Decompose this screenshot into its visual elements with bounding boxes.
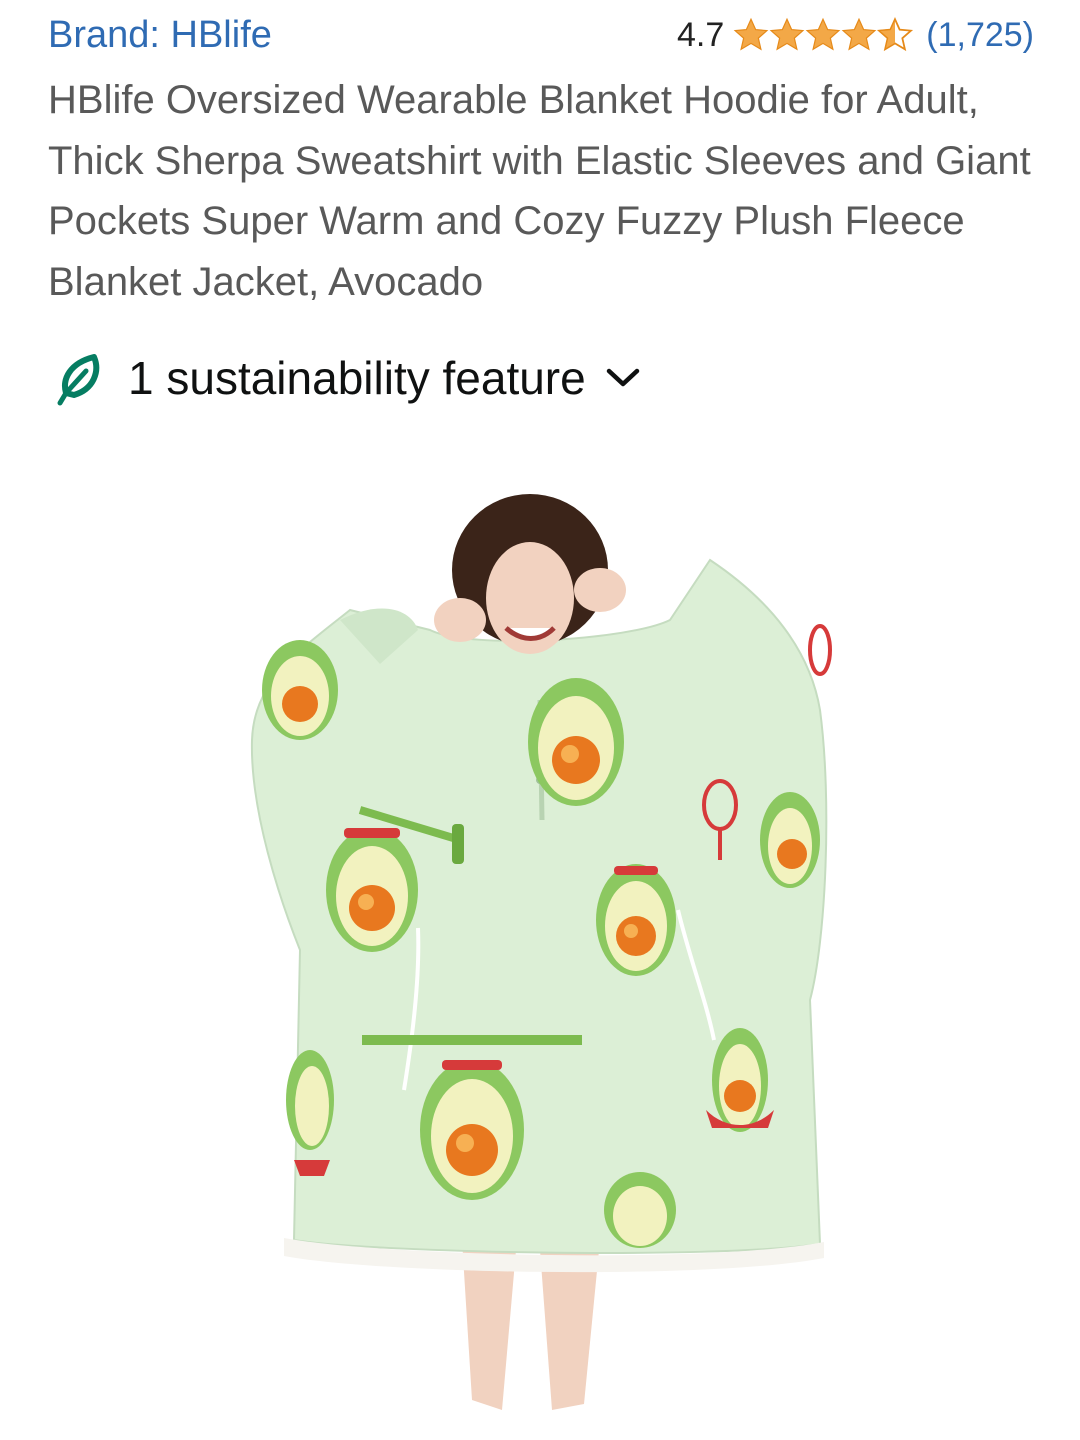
model-head xyxy=(434,494,626,654)
product-image[interactable] xyxy=(240,480,840,1420)
review-count-link[interactable]: (1,725) xyxy=(926,16,1034,55)
sustainability-label: 1 sustainability feature xyxy=(128,352,586,404)
chevron-down-icon xyxy=(606,368,639,387)
rating-summary[interactable]: 4.7 (1,725) xyxy=(677,16,1034,55)
star-half-icon xyxy=(877,17,914,52)
star-full-icon xyxy=(733,17,769,51)
brand-link[interactable]: Brand: HBlife xyxy=(48,14,272,57)
star-full-icon xyxy=(769,17,805,51)
star-full-icon xyxy=(805,17,841,51)
star-rating xyxy=(732,17,914,53)
header-row: Brand: HBlife 4.7 (1,725) xyxy=(48,10,1034,60)
leaf-icon xyxy=(57,354,100,406)
sustainability-feature-toggle[interactable]: 1 sustainability feature xyxy=(56,346,642,410)
product-title: HBlife Oversized Wearable Blanket Hoodie… xyxy=(48,78,1031,304)
rating-value: 4.7 xyxy=(677,15,725,54)
star-full-icon xyxy=(841,17,877,51)
